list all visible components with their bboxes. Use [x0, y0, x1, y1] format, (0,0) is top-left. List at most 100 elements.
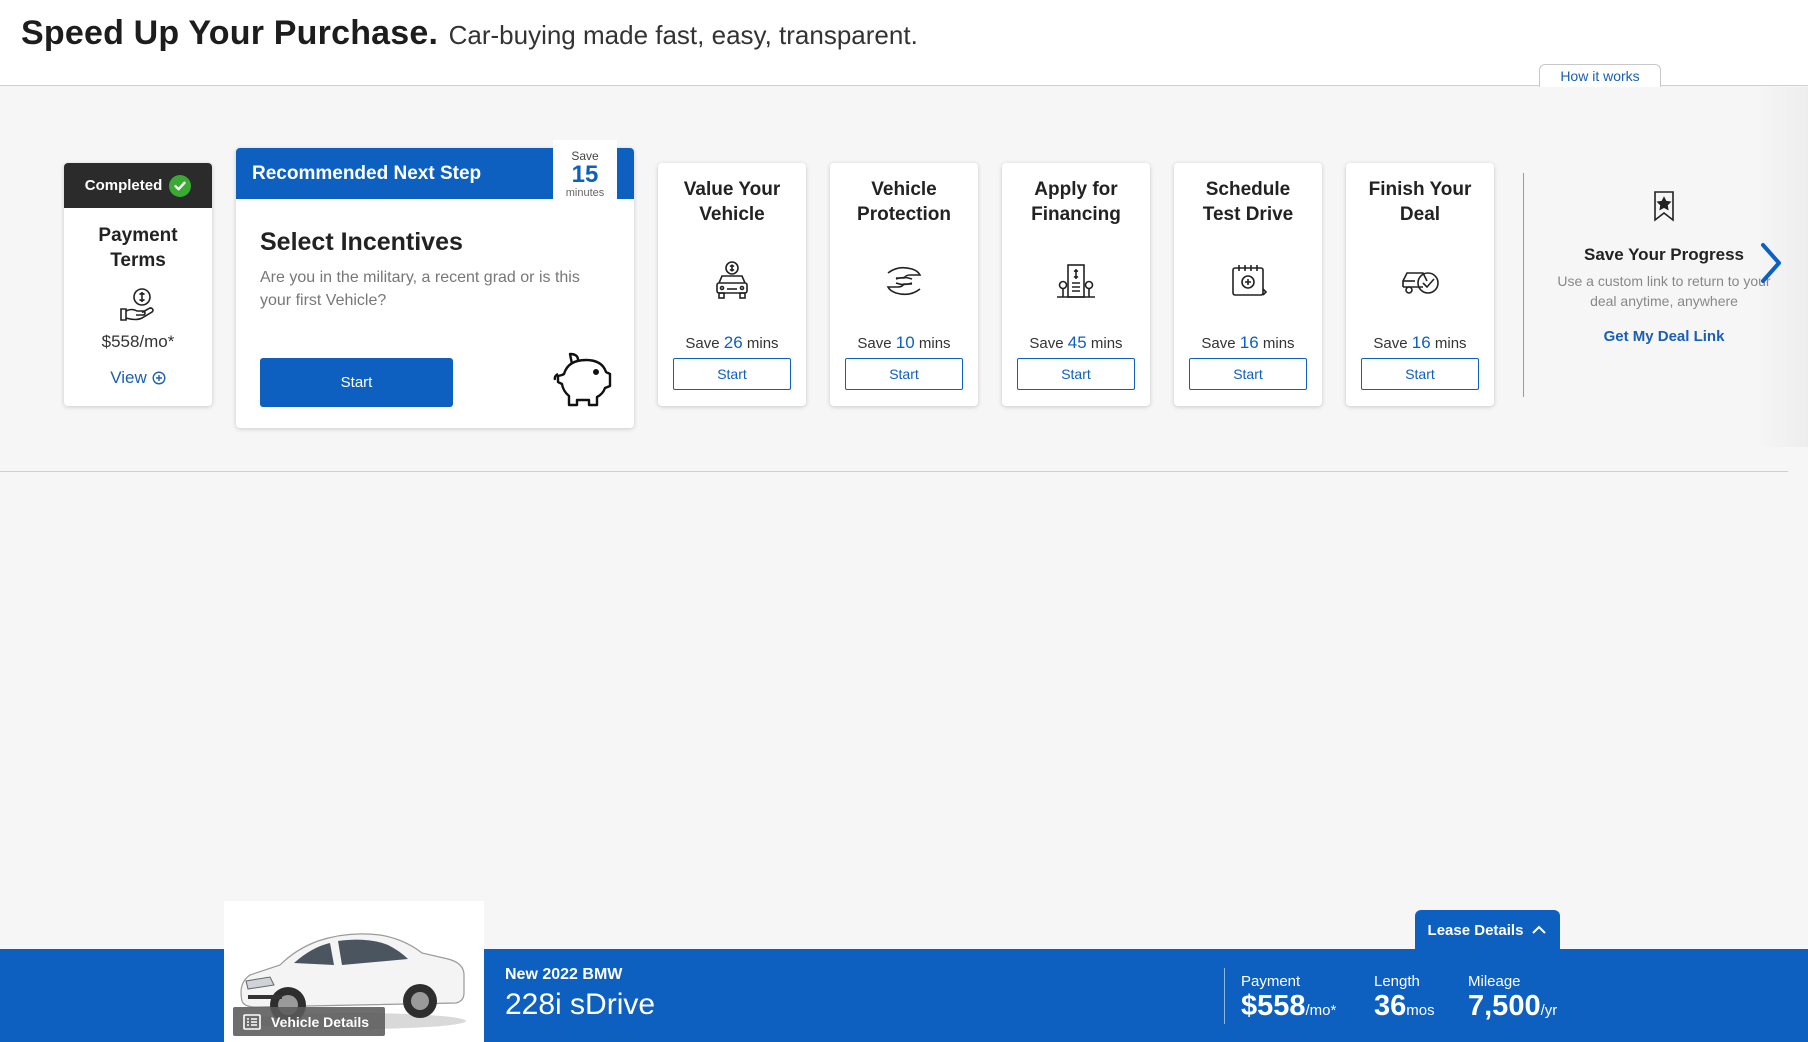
step-title: Apply for Financing	[1002, 177, 1150, 227]
finish-deal-start-button[interactable]: Start	[1361, 358, 1479, 390]
step-title-line2: Protection	[857, 204, 951, 225]
value-vehicle-start-button[interactable]: Start	[673, 358, 791, 390]
step-title-line2: Vehicle	[699, 204, 765, 225]
step-save-time: Save 16 mins	[1174, 333, 1322, 353]
payment-label: Payment	[1241, 973, 1301, 990]
step-title: Value Your Vehicle	[658, 177, 806, 227]
completed-badge: Completed	[64, 163, 212, 208]
save-suffix: mins	[746, 335, 779, 352]
step-title: Vehicle Protection	[830, 177, 978, 227]
get-deal-link[interactable]: Get My Deal Link	[1544, 328, 1784, 345]
step-save-time: Save 26 mins	[658, 333, 806, 353]
length-label: Length	[1374, 973, 1420, 990]
mileage-label: Mileage	[1468, 973, 1521, 990]
length-metric: Length 36mos	[1374, 973, 1435, 1027]
vehicle-model: 228i sDrive	[505, 988, 656, 1021]
step-title-line1: Vehicle	[871, 179, 937, 200]
recommended-start-button[interactable]: Start	[260, 358, 453, 407]
chevron-up-icon	[1532, 925, 1547, 934]
step-title-line1: Apply for	[1034, 179, 1118, 200]
completed-price: $558/mo*	[101, 332, 175, 351]
save-prefix: Save	[1373, 335, 1408, 352]
completed-step-card: Completed Payment Terms $558/mo* View	[64, 163, 212, 406]
step-title-line2: Deal	[1399, 204, 1441, 225]
money-hand-icon	[120, 288, 154, 321]
completed-title-line2: Terms	[110, 250, 166, 271]
apply-financing-start-button[interactable]: Start	[1017, 358, 1135, 390]
vehicle-details-button[interactable]: Vehicle Details	[233, 1007, 385, 1036]
recommended-title: Select Incentives	[260, 228, 463, 256]
ribbon-minutes: 15	[571, 161, 599, 188]
list-icon	[243, 1013, 261, 1030]
payment-metric: Payment $558/mo*	[1241, 973, 1336, 1027]
save-minutes: 10	[895, 333, 915, 352]
recommended-description: Are you in the military, a recent grad o…	[260, 269, 580, 309]
save-suffix: mins	[1434, 335, 1467, 352]
step-save-time: Save 10 mins	[830, 333, 978, 353]
save-prefix: Save	[857, 335, 892, 352]
step-card-apply-financing: Apply for Financing Save 45 mins Start	[1002, 163, 1150, 406]
section-divider	[0, 471, 1788, 472]
step-title-line2: Financing	[1031, 204, 1121, 225]
vertical-divider	[1523, 173, 1524, 397]
save-suffix: mins	[1090, 335, 1123, 352]
save-minutes: 26	[723, 333, 743, 352]
mileage-value: 7,500	[1468, 990, 1541, 1022]
save-prefix: Save	[1201, 335, 1236, 352]
step-card-vehicle-protection: Vehicle Protection Save 10 mins Start	[830, 163, 978, 406]
step-title: Finish Your Deal	[1346, 177, 1494, 227]
payment-value: $558	[1241, 990, 1306, 1022]
chevron-right-icon[interactable]	[1755, 241, 1785, 285]
save-suffix: mins	[918, 335, 951, 352]
car-check-icon	[1402, 272, 1439, 294]
metrics-divider	[1224, 968, 1225, 1024]
bookmark-star-icon	[1654, 191, 1674, 222]
mileage-metric: Mileage 7,500/yr	[1468, 973, 1557, 1027]
step-title: Schedule Test Drive	[1174, 177, 1322, 227]
calendar-icon	[1232, 265, 1268, 296]
completed-label: Completed	[84, 177, 163, 194]
completed-step-title: Payment Terms	[64, 223, 212, 273]
how-it-works-tab[interactable]: How it works	[1539, 64, 1661, 87]
mileage-unit: /yr	[1540, 1002, 1558, 1019]
payment-value-row: $558/mo*	[1241, 990, 1336, 1027]
step-card-value-vehicle: Value Your Vehicle Save 26 mins Start	[658, 163, 806, 406]
vehicle-protection-start-button[interactable]: Start	[845, 358, 963, 390]
view-label: View	[110, 368, 147, 387]
vehicle-year-make: New 2022 BMW	[505, 966, 623, 983]
save-minutes: 16	[1239, 333, 1259, 352]
save-progress-panel: Save Your Progress Use a custom link to …	[1544, 190, 1784, 345]
save-progress-title: Save Your Progress	[1583, 245, 1744, 264]
length-value-row: 36mos	[1374, 990, 1435, 1027]
length-value: 36	[1374, 990, 1407, 1022]
mileage-value-row: 7,500/yr	[1468, 990, 1557, 1027]
step-title-line1: Finish Your	[1368, 179, 1472, 200]
step-title-line1: Value Your	[683, 179, 781, 200]
page-title: Speed Up Your Purchase.	[21, 14, 439, 52]
lease-details-label: Lease Details	[1427, 921, 1524, 939]
length-unit: mos	[1406, 1002, 1435, 1019]
view-link[interactable]: View	[64, 368, 212, 388]
car-value-icon	[716, 261, 748, 299]
save-suffix: mins	[1262, 335, 1295, 352]
save-progress-description: Use a custom link to return to your deal…	[1557, 273, 1771, 309]
step-save-time: Save 16 mins	[1346, 333, 1494, 353]
recommended-step-card: Recommended Next Step Save 15 minutes Se…	[236, 140, 634, 428]
test-drive-start-button[interactable]: Start	[1189, 358, 1307, 390]
bank-financing-icon	[1057, 264, 1095, 298]
vehicle-details-label: Vehicle Details	[271, 1013, 370, 1030]
page-header: Speed Up Your Purchase. Car-buying made …	[0, 0, 1808, 87]
save-minutes-ribbon: Save 15 minutes	[553, 140, 617, 220]
piggy-bank-icon	[553, 352, 612, 407]
ribbon-unit: minutes	[565, 187, 605, 199]
save-minutes: 16	[1411, 333, 1431, 352]
completed-title-line1: Payment	[98, 225, 178, 246]
step-title-line1: Schedule	[1205, 179, 1291, 200]
save-prefix: Save	[1029, 335, 1064, 352]
protection-hands-icon	[886, 266, 922, 296]
step-title-line2: Test Drive	[1202, 204, 1294, 225]
payment-unit: /mo*	[1305, 1002, 1337, 1019]
lease-details-tab[interactable]: Lease Details	[1415, 910, 1560, 950]
plus-circle-icon	[152, 371, 166, 385]
page-subtitle: Car-buying made fast, easy, transparent.	[448, 20, 918, 50]
